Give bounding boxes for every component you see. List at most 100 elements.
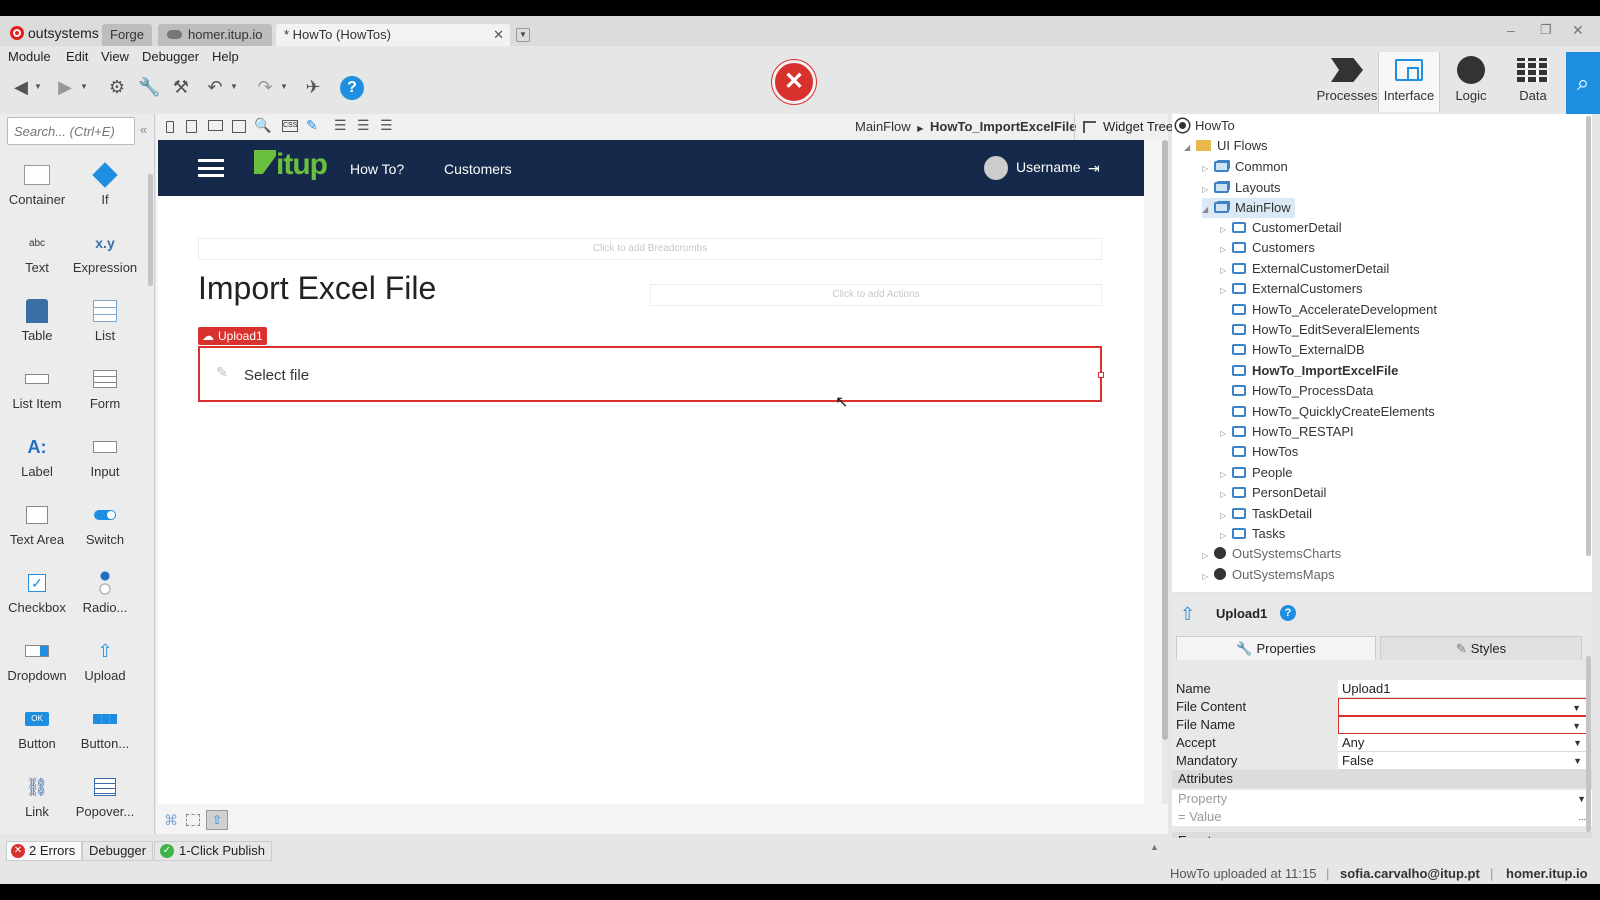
- help-icon[interactable]: ?: [340, 76, 364, 100]
- undo-history-icon[interactable]: ▼: [228, 76, 240, 98]
- widget-tree-button[interactable]: Widget Tree: [1074, 114, 1173, 140]
- tab-styles[interactable]: ✎ Styles: [1380, 636, 1582, 660]
- toolbox-list[interactable]: List: [70, 294, 140, 354]
- phone-preview-icon[interactable]: [166, 121, 174, 133]
- avatar[interactable]: [984, 156, 1008, 180]
- theme-icon[interactable]: ✎: [306, 117, 318, 134]
- property-value-field[interactable]: False ▼: [1338, 752, 1588, 770]
- toolbox-label[interactable]: A: Label: [2, 430, 72, 490]
- collapse-arrow-icon[interactable]: ◢: [1202, 200, 1214, 220]
- hamburger-menu-icon[interactable]: [198, 159, 224, 177]
- layout-preview-icon[interactable]: [232, 120, 246, 133]
- breadcrumb-flow[interactable]: MainFlow: [855, 119, 911, 134]
- tree-screen-item[interactable]: ▷ TaskDetail: [1220, 504, 1312, 524]
- attribute-value-field[interactable]: = Value...: [1172, 808, 1592, 826]
- widget-help-icon[interactable]: ?: [1280, 605, 1296, 621]
- logout-icon[interactable]: ⇥: [1088, 160, 1100, 177]
- menu-help[interactable]: Help: [212, 49, 239, 64]
- tree-screen-item[interactable]: ▷ Customers: [1220, 238, 1315, 258]
- back-icon[interactable]: ◀: [10, 76, 32, 98]
- expand-arrow-icon[interactable]: ▷: [1220, 485, 1232, 505]
- tree-screen-item[interactable]: ▷ PersonDetail: [1220, 483, 1326, 503]
- toolbox-scrollbar[interactable]: [148, 174, 153, 286]
- menu-edit[interactable]: Edit: [66, 49, 88, 64]
- toolbox-radio[interactable]: Radio...: [70, 566, 140, 626]
- nav-how-to[interactable]: How To?: [350, 161, 404, 177]
- expand-arrow-icon[interactable]: ▷: [1202, 546, 1214, 566]
- back-history-icon[interactable]: ▼: [32, 76, 44, 98]
- tree-screen-item[interactable]: ▷ People: [1220, 463, 1292, 483]
- dropdown-arrow-icon[interactable]: ▼: [1572, 699, 1581, 717]
- toolbox-checkbox[interactable]: ✓ Checkbox: [2, 566, 72, 626]
- toolbox-form[interactable]: Form: [70, 362, 140, 422]
- expand-arrow-icon[interactable]: ▷: [1220, 465, 1232, 485]
- tree-screen-item[interactable]: HowTo_ImportExcelFile: [1220, 361, 1398, 381]
- toolbox-popover[interactable]: Popover...: [70, 770, 140, 830]
- tree-screen-item[interactable]: HowTo_AccelerateDevelopment: [1220, 300, 1437, 320]
- property-dropdown-icon[interactable]: ▼: [1577, 790, 1586, 808]
- align-center-icon[interactable]: ☰: [357, 117, 370, 134]
- collapse-toolbox-icon[interactable]: «: [140, 122, 147, 137]
- minimize-icon[interactable]: ‒: [1507, 22, 1515, 38]
- dependencies-icon[interactable]: ⚒: [170, 76, 192, 98]
- toolbox-input[interactable]: Input: [70, 430, 140, 490]
- canvas-scrollbar[interactable]: [1162, 140, 1168, 804]
- tree-screen-item[interactable]: HowTo_QuicklyCreateElements: [1220, 402, 1435, 422]
- tree-flow-mainflow[interactable]: ◢ MainFlow: [1202, 198, 1295, 218]
- tab-data[interactable]: Data: [1502, 52, 1564, 112]
- dropdown-arrow-icon[interactable]: ▼: [1573, 734, 1582, 752]
- server-name[interactable]: homer.itup.io: [1506, 866, 1588, 881]
- page-title[interactable]: Import Excel File: [198, 270, 436, 307]
- tree-screen-item[interactable]: ▷ HowTo_RESTAPI: [1220, 422, 1354, 442]
- select-widget-icon[interactable]: ⌘: [164, 812, 178, 829]
- tree-ui-flows[interactable]: ◢ UI Flows: [1184, 136, 1268, 156]
- expand-arrow-icon[interactable]: ▷: [1220, 220, 1232, 240]
- menu-view[interactable]: View: [101, 49, 129, 64]
- tree-dependency-item[interactable]: ▷ OutSystemsCharts: [1202, 544, 1341, 564]
- undo-icon[interactable]: ↶: [204, 76, 226, 98]
- tree-root[interactable]: HowTo: [1176, 116, 1235, 136]
- css-icon[interactable]: CSS: [282, 120, 298, 132]
- toolbox-link[interactable]: ⛓ Link: [2, 770, 72, 830]
- attribute-property-field[interactable]: Property ▼: [1172, 790, 1592, 808]
- expand-arrow-icon[interactable]: ▷: [1220, 281, 1232, 301]
- expand-arrow-icon[interactable]: ▷: [1220, 526, 1232, 546]
- attributes-section[interactable]: Attributes: [1172, 770, 1592, 788]
- publish-tools-icon[interactable]: ✈: [302, 76, 324, 98]
- toolbox-button-group[interactable]: Button...: [70, 702, 140, 762]
- error-publish-icon[interactable]: ✕: [772, 60, 816, 104]
- tree-screen-item[interactable]: HowTo_ExternalDB: [1220, 340, 1365, 360]
- actions-placeholder[interactable]: Click to add Actions: [650, 284, 1102, 306]
- redo-icon[interactable]: ↷: [254, 76, 276, 98]
- errors-tab[interactable]: ✕ 2 Errors: [6, 841, 83, 861]
- tab-server[interactable]: homer.itup.io: [158, 24, 272, 46]
- toolbox-table[interactable]: Table: [2, 294, 72, 354]
- tree-screen-item[interactable]: HowTo_EditSeveralElements: [1220, 320, 1420, 340]
- dropdown-arrow-icon[interactable]: ▼: [1572, 717, 1581, 735]
- toolbox-container[interactable]: Container: [2, 158, 72, 218]
- breadcrumbs-placeholder[interactable]: Click to add Breadcrumbs: [198, 238, 1102, 260]
- redo-history-icon[interactable]: ▼: [278, 76, 290, 98]
- resize-handle[interactable]: [1098, 372, 1104, 378]
- toolbox-if[interactable]: If: [70, 158, 140, 218]
- tab-interface[interactable]: Interface: [1378, 52, 1440, 112]
- dropdown-arrow-icon[interactable]: ▼: [1573, 752, 1582, 770]
- property-value-field[interactable]: ▼: [1338, 698, 1588, 716]
- property-value-field[interactable]: Any ▼: [1338, 734, 1588, 752]
- tree-flow-common[interactable]: ▷ Common: [1202, 157, 1288, 177]
- tab-list-dropdown-icon[interactable]: ▼: [516, 28, 530, 42]
- close-window-icon[interactable]: ✕: [1572, 22, 1584, 39]
- tree-scrollbar[interactable]: [1586, 116, 1591, 556]
- toolbox-expression[interactable]: x.y Expression: [70, 226, 140, 286]
- forward-history-icon[interactable]: ▼: [78, 76, 90, 98]
- username[interactable]: Username: [1016, 159, 1081, 175]
- toolbox-text[interactable]: abc Text: [2, 226, 72, 286]
- settings-icon[interactable]: ⚙: [106, 76, 128, 98]
- restore-icon[interactable]: ❐: [1540, 22, 1552, 38]
- toolbox-button[interactable]: OK Button: [2, 702, 72, 762]
- properties-scrollbar[interactable]: [1586, 656, 1591, 832]
- toolbox-upload[interactable]: ⇧ Upload: [70, 634, 140, 694]
- desktop-preview-icon[interactable]: [208, 120, 223, 131]
- tab-processes[interactable]: Processes: [1316, 52, 1378, 112]
- tree-screen-item[interactable]: ▷ CustomerDetail: [1220, 218, 1342, 238]
